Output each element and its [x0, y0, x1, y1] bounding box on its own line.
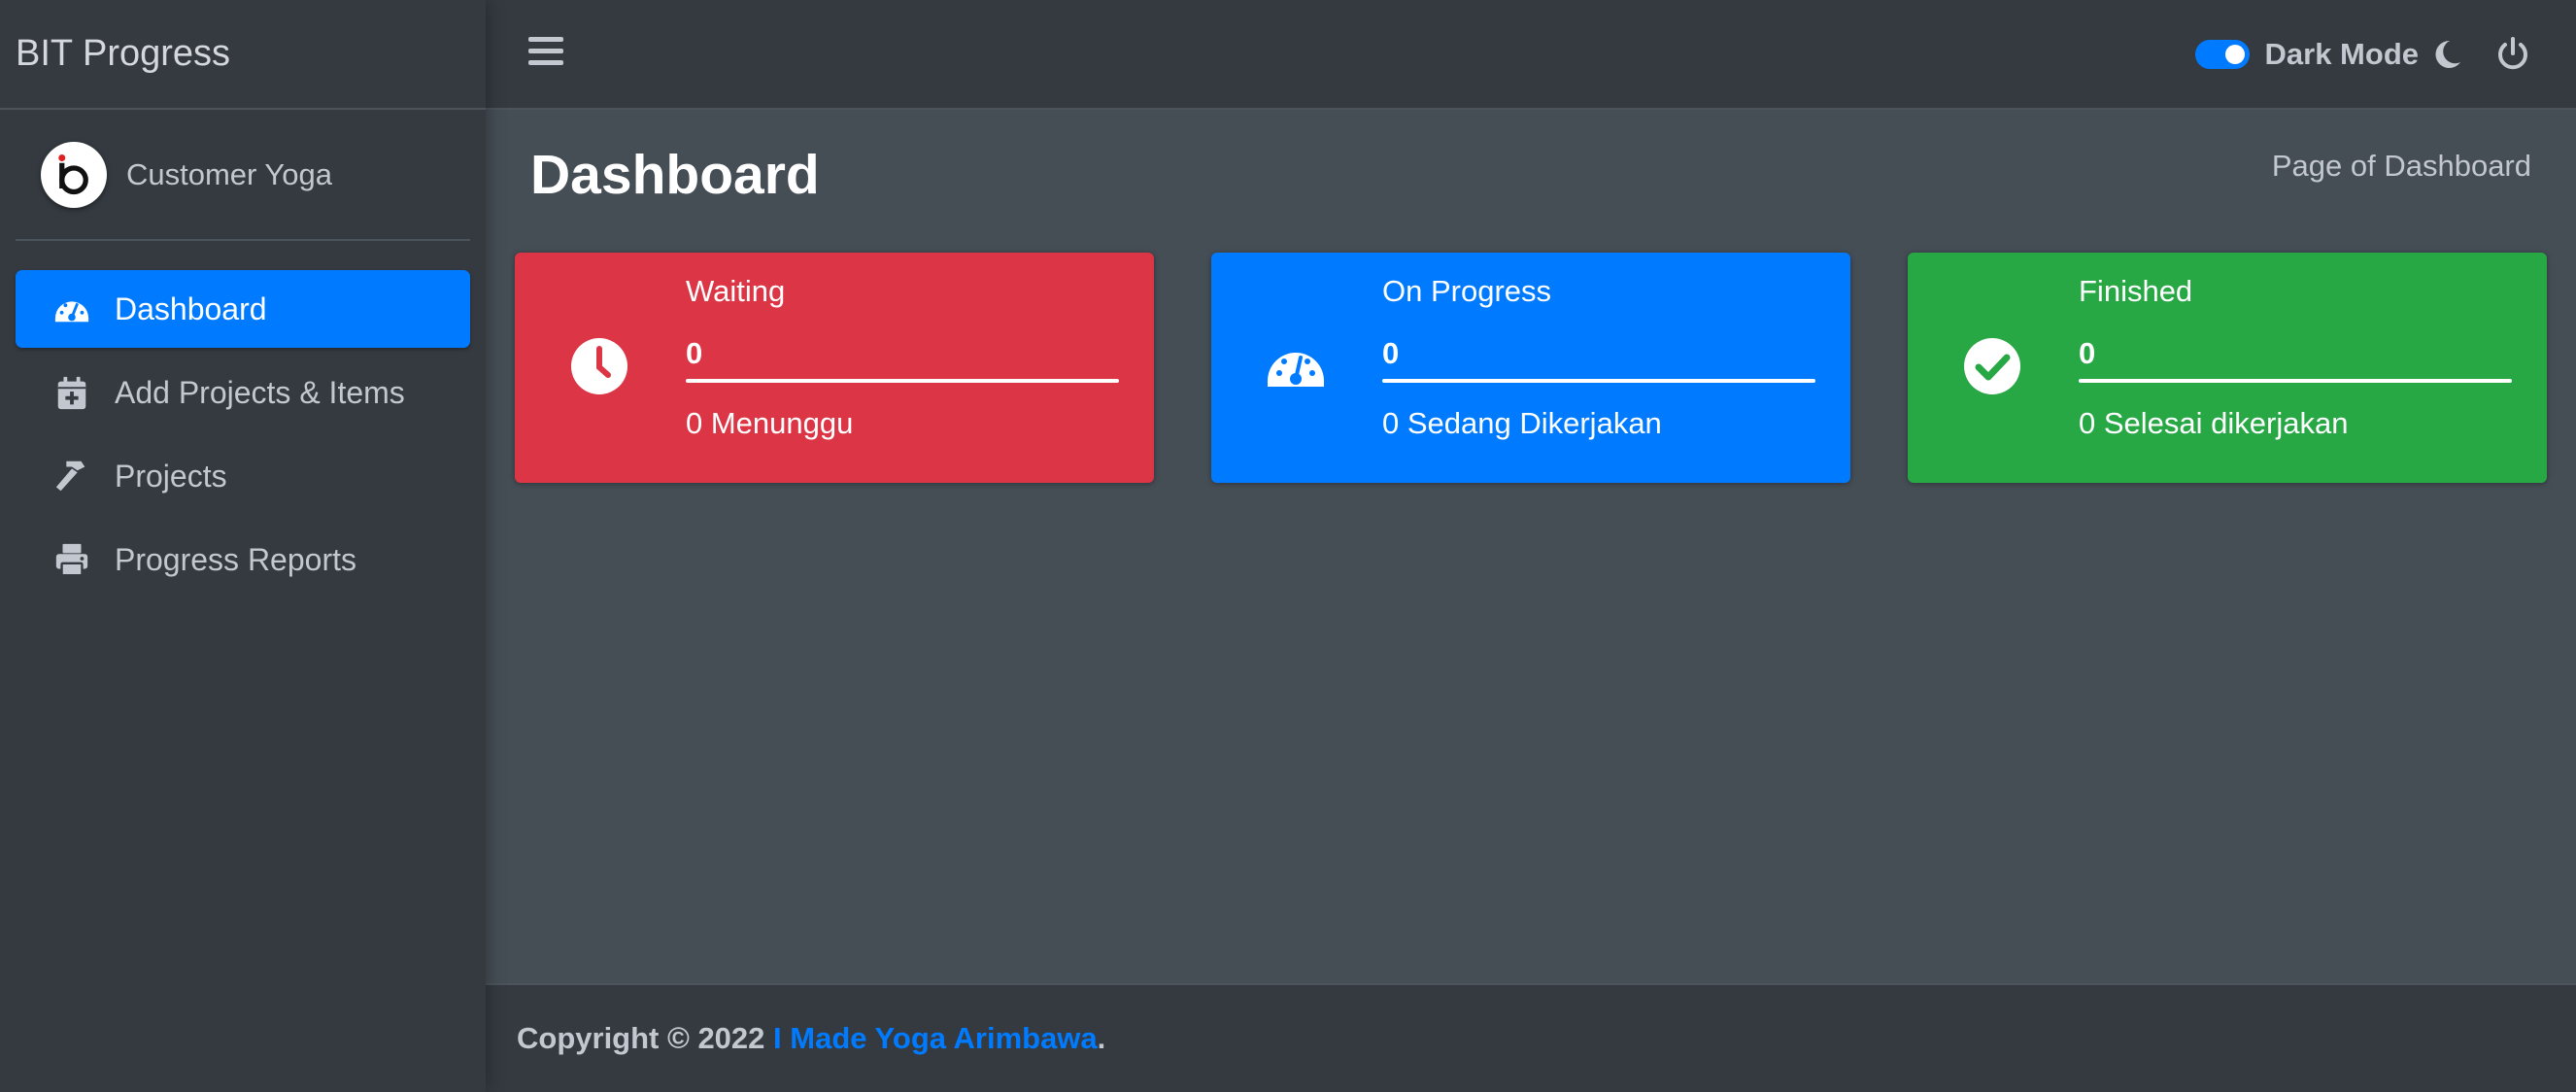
info-box-description: 0 Selesai dikerjakan [2079, 406, 2349, 440]
sidebar-item-dashboard[interactable]: Dashboard [16, 270, 470, 348]
tachometer-icon [52, 290, 91, 328]
calendar-plus-icon [52, 373, 91, 412]
moon-icon [2435, 40, 2460, 68]
sidebar: BIT Progress Customer Yoga Dashboard Add… [0, 0, 486, 1092]
breadcrumb: Page of Dashboard [2271, 149, 2531, 183]
progress-bar [686, 379, 1119, 383]
power-icon[interactable] [2494, 36, 2531, 73]
content-wrapper: Dashboard Page of Dashboard Waiting 0 0 … [486, 110, 2576, 984]
info-box-label: On Progress [1382, 274, 1552, 308]
brand-link[interactable]: BIT Progress [0, 0, 486, 110]
clock-icon [571, 338, 627, 394]
info-box-finished: Finished 0 0 Selesai dikerjakan [1908, 253, 2547, 483]
user-name: Customer Yoga [126, 156, 332, 191]
info-box-description: 0 Menunggu [686, 406, 854, 440]
info-box-label: Waiting [686, 274, 786, 308]
user-logo-icon [58, 154, 88, 194]
info-box-label: Finished [2079, 274, 2193, 308]
sidebar-item-projects[interactable]: Projects [16, 437, 470, 515]
footer-period: . [1097, 1021, 1106, 1055]
gauge-icon [1268, 353, 1324, 387]
page-title: Dashboard [530, 144, 820, 206]
hammer-icon [52, 457, 91, 495]
info-box-on-progress: On Progress 0 0 Sedang Dikerjakan [1211, 253, 1850, 483]
sidebar-item-add-projects[interactable]: Add Projects & Items [16, 354, 470, 431]
info-box-description: 0 Sedang Dikerjakan [1382, 406, 1662, 440]
sidebar-nav: Dashboard Add Projects & Items Projects … [0, 241, 486, 598]
sidebar-item-label: Projects [115, 458, 227, 494]
author-link[interactable]: I Made Yoga Arimbawa [773, 1021, 1098, 1056]
printer-icon [52, 540, 91, 579]
sidebar-item-label: Dashboard [115, 290, 267, 326]
sidebar-item-label: Progress Reports [115, 541, 356, 577]
info-box-waiting: Waiting 0 0 Menunggu [515, 253, 1154, 483]
sidebar-item-progress-reports[interactable]: Progress Reports [16, 521, 470, 598]
check-circle-icon [1964, 338, 2020, 394]
footer: Copyright © 2022 I Made Yoga Arimbawa. [486, 983, 2576, 1092]
progress-bar [2079, 379, 2512, 383]
info-box-number: 0 [2079, 336, 2096, 370]
user-panel[interactable]: Customer Yoga [16, 110, 470, 241]
copyright-text: Copyright © 2022 [517, 1021, 765, 1055]
dark-mode-label: Dark Mode [2264, 37, 2419, 71]
progress-bar [1382, 379, 1815, 383]
top-navbar: Dark Mode [486, 0, 2576, 110]
dark-mode-toggle[interactable] [2194, 40, 2250, 69]
sidebar-item-label: Add Projects & Items [115, 374, 405, 410]
menu-toggle-icon[interactable] [528, 37, 563, 72]
info-box-number: 0 [1382, 336, 1400, 370]
info-box-number: 0 [686, 336, 703, 370]
brand-title: BIT Progress [16, 33, 231, 74]
avatar [41, 141, 107, 208]
navbar-right: Dark Mode [2194, 29, 2531, 80]
